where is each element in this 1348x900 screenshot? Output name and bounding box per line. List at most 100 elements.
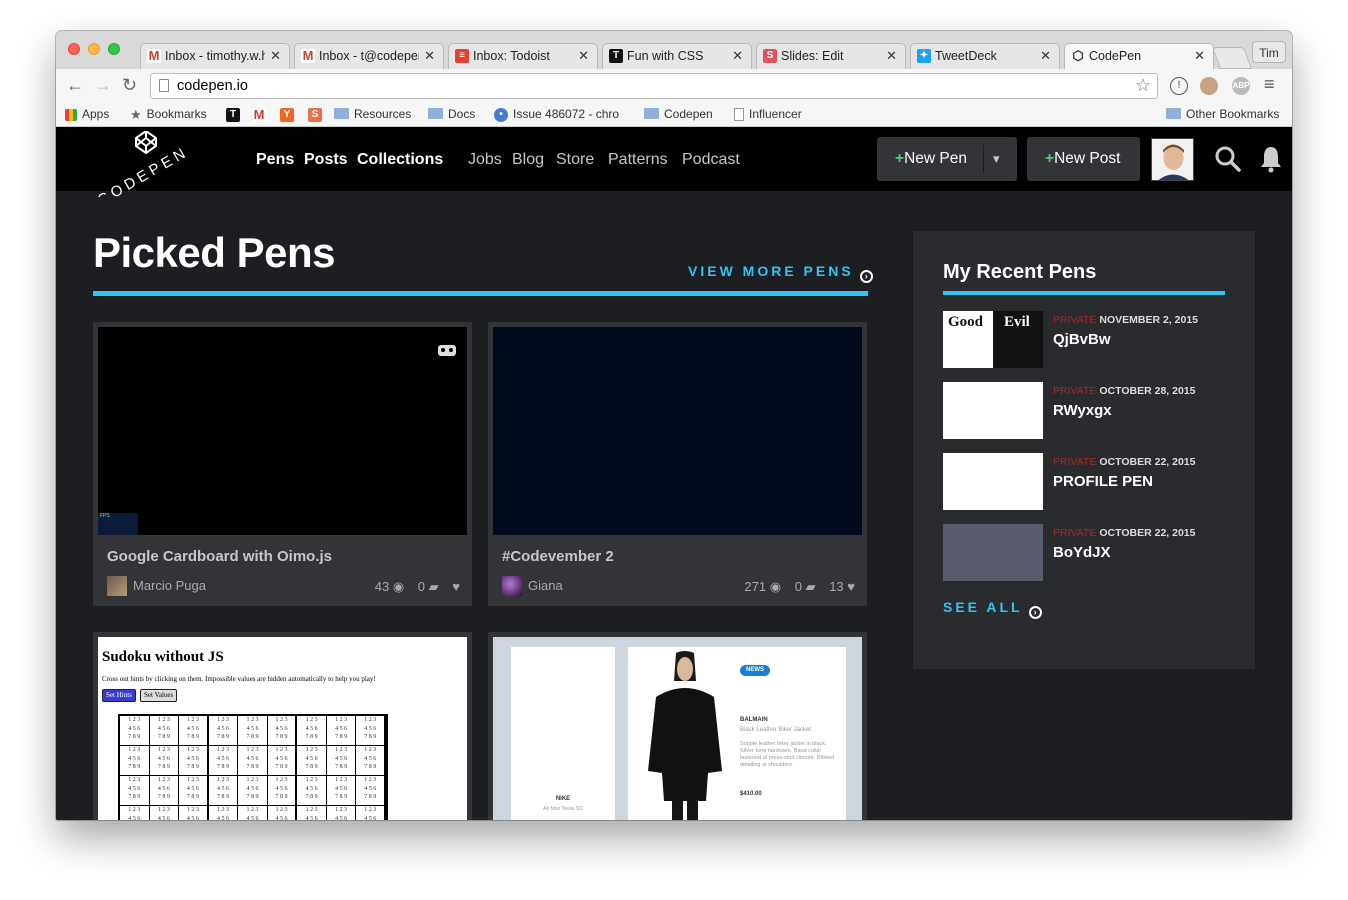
sudoku-cell[interactable]: 1 2 34 5 67 8 9: [179, 716, 209, 746]
user-avatar[interactable]: [1151, 138, 1194, 181]
pen-author[interactable]: Marcio Puga: [107, 576, 206, 596]
pen-preview[interactable]: [493, 327, 862, 535]
nav-collections[interactable]: Collections: [357, 151, 443, 169]
sudoku-cell[interactable]: 1 2 34 5 67 8 9: [297, 746, 327, 776]
close-tab-icon[interactable]: ✕: [1194, 44, 1205, 68]
sudoku-cell[interactable]: 1 2 34 5 67 8 9: [238, 776, 268, 806]
recent-pen-thumbnail[interactable]: Good Evil: [943, 311, 1043, 368]
close-tab-icon[interactable]: ✕: [1040, 44, 1051, 68]
bookmark-influencer[interactable]: Influencer: [734, 106, 802, 122]
bookmark-ycombinator[interactable]: Y: [280, 106, 299, 122]
pen-card[interactable]: #Codevember 2 Giana 271 ◉ 0 ▰ 13 ♥: [488, 322, 867, 606]
pen-title[interactable]: #Codevember 2: [502, 548, 614, 565]
bookmark-resources[interactable]: Resources: [334, 106, 411, 122]
sudoku-cell[interactable]: 1 2 34 5 67 8 9: [208, 746, 239, 776]
sudoku-cell[interactable]: 1 2 34 5 67 8 9: [297, 716, 327, 746]
comment-icon[interactable]: ▰: [806, 579, 816, 594]
close-tab-icon[interactable]: ✕: [732, 44, 743, 68]
pen-preview[interactable]: FPS: [98, 327, 467, 535]
close-tab-icon[interactable]: ✕: [886, 44, 897, 68]
sudoku-cell[interactable]: 1 2 34 5 67 8 9: [327, 806, 357, 820]
set-values-button[interactable]: Set Values: [140, 689, 178, 702]
maximize-window-button[interactable]: [108, 43, 120, 55]
sudoku-cell[interactable]: 1 2 34 5 67 8 9: [267, 716, 298, 746]
pen-preview[interactable]: Sudoku without JS Cross out hints by cli…: [98, 637, 467, 820]
tab-tweetdeck[interactable]: ✦ TweetDeck ✕: [910, 43, 1060, 69]
info-extension-icon[interactable]: !: [1170, 77, 1188, 95]
new-post-button[interactable]: +New Post: [1027, 137, 1140, 181]
sudoku-cell[interactable]: 1 2 34 5 67 8 9: [120, 716, 150, 746]
tab-codepen[interactable]: ⬡ CodePen ✕: [1064, 43, 1214, 69]
sudoku-cell[interactable]: 1 2 34 5 67 8 9: [356, 776, 386, 806]
nav-jobs[interactable]: Jobs: [468, 151, 502, 169]
close-tab-icon[interactable]: ✕: [578, 44, 589, 68]
heart-icon[interactable]: ♥: [452, 579, 460, 594]
recent-pen-thumbnail[interactable]: [943, 453, 1043, 510]
menu-icon[interactable]: ≡: [1264, 74, 1275, 95]
sudoku-cell[interactable]: 1 2 34 5 67 8 9: [149, 746, 180, 776]
close-tab-icon[interactable]: ✕: [270, 44, 281, 68]
user-extension-icon[interactable]: [1200, 77, 1218, 95]
pen-card[interactable]: NIKE Air Max Tavas SD NEWS BALMAIN Black…: [488, 632, 867, 820]
sudoku-cell[interactable]: 1 2 34 5 67 8 9: [356, 746, 386, 776]
tab-slides[interactable]: S Slides: Edit ✕: [756, 43, 906, 69]
sudoku-cell[interactable]: 1 2 34 5 67 8 9: [120, 806, 150, 820]
sudoku-cell[interactable]: 1 2 34 5 67 8 9: [120, 776, 150, 806]
tab-fun-with-css[interactable]: T Fun with CSS ✕: [602, 43, 752, 69]
tab-gmail-codepen[interactable]: M Inbox - t@codepen ✕: [294, 43, 444, 69]
recent-pen-thumbnail[interactable]: [943, 382, 1043, 439]
sudoku-grid[interactable]: 1 2 3 4 5 6 7 8 9 1 2 3 4 5 6 7 8 9 1 2 3 4 5 6…: [118, 714, 388, 820]
recent-pen-name[interactable]: BoYdJX: [1053, 544, 1111, 561]
sudoku-cell[interactable]: 1 2 34 5 67 8 9: [179, 776, 209, 806]
tab-gmail-timothy[interactable]: M Inbox - timothy.w.h ✕: [140, 43, 290, 69]
nav-store[interactable]: Store: [556, 151, 594, 169]
sudoku-cell[interactable]: 1 2 34 5 67 8 9: [326, 776, 357, 806]
sudoku-cell[interactable]: 1 2 34 5 67 8 9: [238, 716, 268, 746]
bookmark-docs[interactable]: Docs: [428, 106, 475, 122]
sudoku-cell[interactable]: 1 2 34 5 67 8 9: [238, 806, 268, 820]
bookmark-other[interactable]: Other Bookmarks: [1166, 106, 1279, 122]
sudoku-cell[interactable]: 1 2 34 5 67 8 9: [149, 776, 180, 806]
profile-button[interactable]: Tim: [1252, 41, 1286, 63]
bookmark-bookmarks[interactable]: ★ Bookmarks: [130, 106, 207, 123]
recent-pen-name[interactable]: PROFILE PEN: [1053, 473, 1153, 490]
sudoku-cell[interactable]: 1 2 34 5 67 8 9: [326, 716, 357, 746]
pen-card[interactable]: Sudoku without JS Cross out hints by cli…: [93, 632, 472, 820]
sudoku-cell[interactable]: 1 2 34 5 67 8 9: [179, 746, 209, 776]
recent-pen-name[interactable]: RWyxgx: [1053, 402, 1112, 419]
set-hints-button[interactable]: Set Hints: [102, 689, 136, 702]
nav-patterns[interactable]: Patterns: [608, 151, 668, 169]
sudoku-cell[interactable]: 1 2 34 5 67 8 9: [150, 806, 180, 820]
sudoku-cell[interactable]: 1 2 34 5 67 8 9: [209, 806, 239, 820]
sudoku-cell[interactable]: 1 2 34 5 67 8 9: [208, 776, 239, 806]
nav-blog[interactable]: Blog: [512, 151, 544, 169]
nav-pens[interactable]: Pens: [256, 151, 294, 169]
reload-icon[interactable]: ↻: [122, 75, 137, 96]
search-icon[interactable]: [1214, 145, 1242, 173]
bookmark-star-icon[interactable]: ☆: [1135, 75, 1151, 96]
recent-pen-item[interactable]: PRIVATE OCTOBER 28, 2015 RWyxgx: [943, 382, 1233, 439]
tab-todoist[interactable]: ≡ Inbox: Todoist ✕: [448, 43, 598, 69]
sudoku-cell[interactable]: 1 2 34 5 67 8 9: [267, 776, 298, 806]
heart-icon[interactable]: ♥: [847, 579, 855, 594]
sudoku-cell[interactable]: 1 2 34 5 67 8 9: [297, 806, 327, 820]
nav-posts[interactable]: Posts: [304, 151, 348, 169]
sudoku-cell[interactable]: 1 2 34 5 67 8 9: [268, 806, 298, 820]
sudoku-cell[interactable]: 1 2 34 5 67 8 9: [120, 746, 150, 776]
minimize-window-button[interactable]: [88, 43, 100, 55]
close-window-button[interactable]: [68, 43, 80, 55]
forward-arrow-icon[interactable]: →: [94, 75, 112, 96]
see-all-link[interactable]: SEE ALL ›: [943, 599, 1042, 619]
recent-pen-item[interactable]: PRIVATE OCTOBER 22, 2015 BoYdJX: [943, 524, 1233, 581]
close-tab-icon[interactable]: ✕: [424, 44, 435, 68]
bookmark-apps[interactable]: Apps: [65, 106, 109, 122]
pen-title[interactable]: Google Cardboard with Oimo.js: [107, 548, 332, 565]
bookmark-t[interactable]: T: [226, 106, 245, 122]
new-pen-button[interactable]: +New Pen ▾: [877, 137, 1017, 181]
recent-pen-thumbnail[interactable]: [943, 524, 1043, 581]
sudoku-cell[interactable]: 1 2 34 5 67 8 9: [179, 806, 209, 820]
view-more-pens-link[interactable]: VIEW MORE PENS ›: [688, 263, 873, 283]
pen-card[interactable]: FPS Google Cardboard with Oimo.js Marcio…: [93, 322, 472, 606]
sudoku-cell[interactable]: 1 2 34 5 67 8 9: [267, 746, 298, 776]
sudoku-cell[interactable]: 1 2 34 5 67 8 9: [208, 716, 239, 746]
